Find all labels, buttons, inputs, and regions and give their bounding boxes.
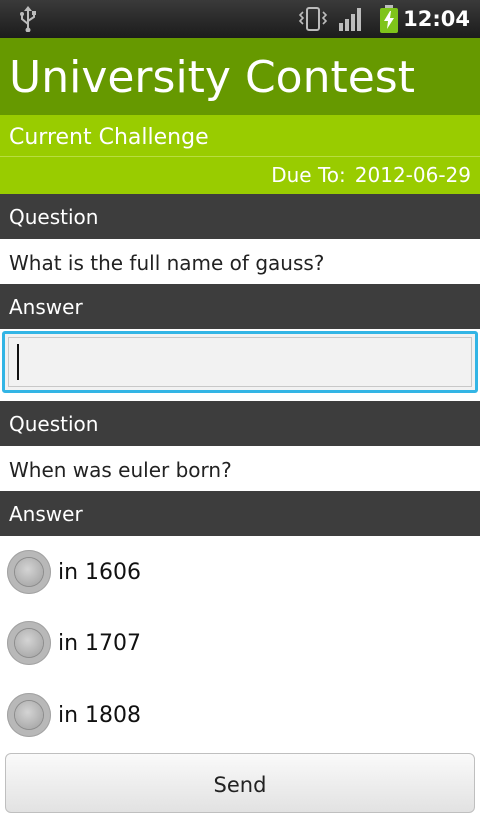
radio-button[interactable] [7,550,51,594]
answer-input[interactable] [5,334,475,390]
send-button[interactable]: Send [5,753,475,813]
vibrate-icon [298,7,328,31]
due-date: 2012-06-29 [354,163,471,187]
answer-header: Answer [0,491,480,536]
radio-indicator [15,629,43,657]
radio-indicator [15,558,43,586]
radio-button[interactable] [7,621,51,665]
app-title-bar: University Contest [0,38,480,115]
challenge-title: Current Challenge [9,125,209,150]
radio-label: in 1808 [58,703,142,728]
answer-input-container[interactable] [2,331,478,393]
question-text: When was euler born? [9,458,232,482]
text-cursor [17,344,19,380]
due-date-row: Due To: 2012-06-29 [271,157,471,194]
battery-charging-icon [380,5,398,33]
radio-option[interactable]: in 1808 [0,684,480,746]
question-text: What is the full name of gauss? [9,251,325,275]
clock: 12:04 [403,7,470,31]
app-title: University Contest [9,52,415,103]
question-header: Question [0,401,480,446]
radio-option[interactable]: in 1606 [0,541,480,603]
due-label: Due To: [271,163,346,187]
usb-icon [20,6,36,32]
radio-indicator [15,701,43,729]
status-bar: 12:04 [0,0,480,38]
answer-header: Answer [0,284,480,329]
question-header: Question [0,194,480,239]
signal-icon [339,8,361,31]
radio-button[interactable] [7,693,51,737]
radio-label: in 1707 [58,631,142,656]
radio-option[interactable]: in 1707 [0,612,480,674]
radio-label: in 1606 [58,560,142,585]
challenge-bar: Current Challenge Due To: 2012-06-29 [0,115,480,194]
